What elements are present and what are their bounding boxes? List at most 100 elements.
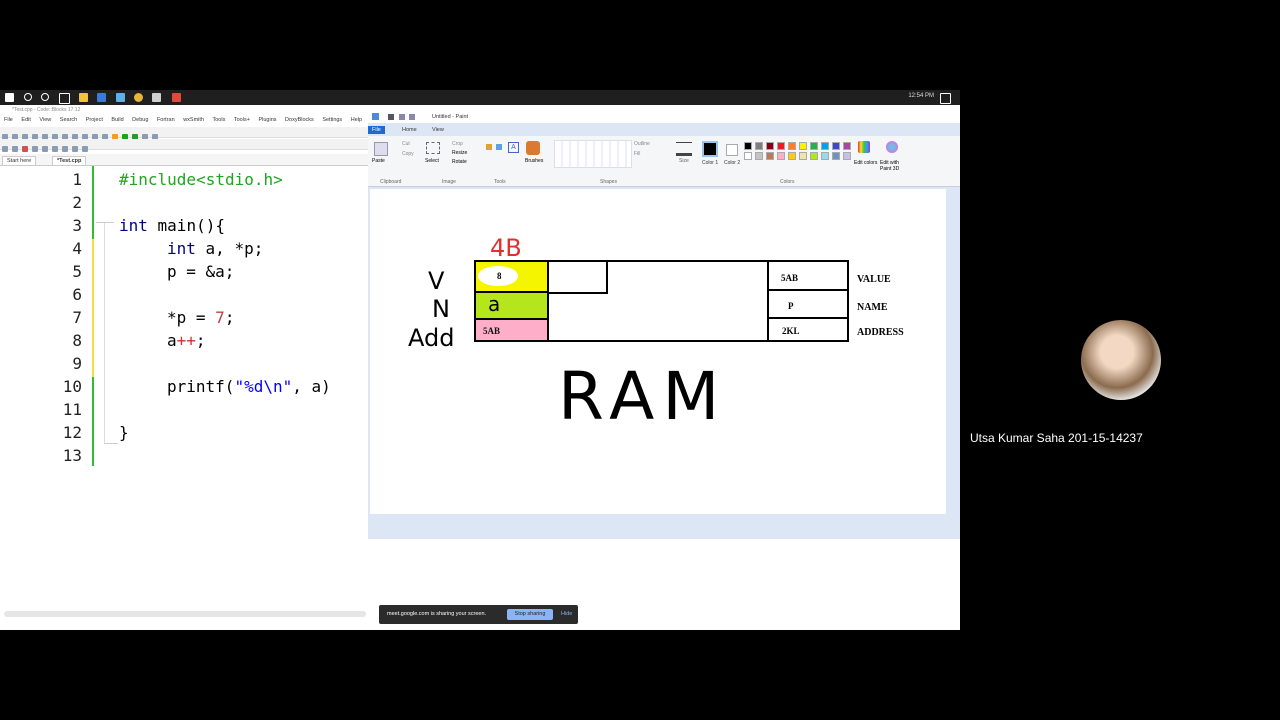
color2-swatch[interactable]	[726, 144, 738, 156]
paint3d-icon[interactable]	[886, 141, 898, 153]
bookmark-prev-icon[interactable]	[32, 146, 38, 152]
menu-settings[interactable]: Settings	[322, 117, 342, 123]
horizontal-scrollbar[interactable]	[4, 611, 366, 617]
resize-button[interactable]: Resize	[452, 150, 467, 156]
palette-color[interactable]	[744, 142, 752, 150]
quick-redo-icon[interactable]	[409, 114, 415, 120]
text-icon[interactable]: A	[508, 142, 519, 153]
menu-plugins[interactable]: Plugins	[258, 117, 276, 123]
cortana-icon[interactable]	[41, 93, 49, 101]
palette-color[interactable]	[755, 152, 763, 160]
bookmark-next-icon[interactable]	[42, 146, 48, 152]
task-view-icon[interactable]	[59, 93, 70, 104]
menu-tools[interactable]: Tools	[213, 117, 226, 123]
palette-color[interactable]	[766, 152, 774, 160]
edit-colors-icon[interactable]	[858, 141, 870, 153]
outline-button[interactable]: Outline	[634, 141, 650, 147]
code-line-7: *p = 7;	[167, 308, 234, 327]
menu-file[interactable]: File	[4, 117, 13, 123]
size-button[interactable]: Size	[679, 158, 689, 164]
palette-color[interactable]	[788, 152, 796, 160]
menu-build[interactable]: Build	[111, 117, 123, 123]
menu-edit[interactable]: Edit	[21, 117, 30, 123]
palette-color[interactable]	[843, 142, 851, 150]
tab-test-cpp[interactable]: *Test.cpp	[52, 156, 87, 165]
palette-color[interactable]	[810, 142, 818, 150]
fill-icon[interactable]	[496, 144, 502, 150]
fold-marker[interactable]	[96, 222, 114, 223]
shapes-gallery[interactable]	[554, 140, 632, 168]
ribbon-tab-view[interactable]: View	[428, 126, 448, 134]
quick-undo-icon[interactable]	[399, 114, 405, 120]
stop-sharing-button[interactable]: Stop sharing	[507, 609, 553, 620]
pencil-icon[interactable]	[486, 144, 492, 150]
brushes-button[interactable]: Brushes	[525, 158, 543, 164]
menu-fortran[interactable]: Fortran	[157, 117, 175, 123]
palette-color[interactable]	[821, 152, 829, 160]
edit-paint3d-button[interactable]: Edit with Paint 3D	[880, 160, 910, 172]
ribbon-tab-home[interactable]: Home	[398, 126, 421, 134]
palette-color[interactable]	[777, 152, 785, 160]
back-icon[interactable]	[2, 146, 8, 152]
palette-color[interactable]	[744, 152, 752, 160]
tab-start-here[interactable]: Start here	[2, 156, 37, 165]
edit-colors-button[interactable]: Edit colors	[854, 160, 877, 166]
paste-icon[interactable]	[374, 142, 388, 156]
palette-color[interactable]	[843, 152, 851, 160]
palette-color[interactable]	[788, 142, 796, 150]
forward-icon[interactable]	[12, 146, 18, 152]
palette-color[interactable]	[832, 142, 840, 150]
doxy-icon[interactable]	[82, 146, 88, 152]
menu-view[interactable]: View	[39, 117, 51, 123]
bookmark-icon[interactable]	[22, 146, 28, 152]
copy-button[interactable]: Copy	[402, 151, 414, 157]
menu-wxsmith[interactable]: wxSmith	[183, 117, 204, 123]
palette-color[interactable]	[799, 142, 807, 150]
palette-color[interactable]	[832, 152, 840, 160]
select-icon[interactable]	[426, 142, 440, 154]
palette-color[interactable]	[821, 142, 829, 150]
debug-icon[interactable]	[52, 146, 58, 152]
menu-help[interactable]: Help	[351, 117, 362, 123]
notifications-icon[interactable]	[940, 93, 951, 104]
name-text: a	[488, 292, 500, 316]
hand-label-v: V	[428, 267, 445, 295]
menu-search[interactable]: Search	[60, 117, 77, 123]
app-icon[interactable]	[116, 93, 125, 102]
palette-color[interactable]	[777, 142, 785, 150]
fill-button[interactable]: Fill	[634, 151, 640, 157]
menu-tools-plus[interactable]: Tools+	[234, 117, 250, 123]
hide-button[interactable]: Hide	[561, 609, 572, 620]
crop-button[interactable]: Crop	[452, 141, 463, 147]
windows-start-icon[interactable]	[5, 93, 14, 102]
menu-debug[interactable]: Debug	[132, 117, 148, 123]
taskbar-clock[interactable]: 12:54 PM	[908, 93, 934, 99]
palette-color[interactable]	[810, 152, 818, 160]
codeblocks-icon[interactable]	[172, 93, 181, 102]
edge-icon[interactable]	[97, 93, 106, 102]
palette-color[interactable]	[766, 142, 774, 150]
screen-share-bar: meet.google.com is sharing your screen. …	[379, 605, 578, 624]
menu-doxyblocks[interactable]: DoxyBlocks	[285, 117, 314, 123]
paint-titlebar: Untitled - Paint	[368, 111, 960, 123]
chrome-icon[interactable]	[134, 93, 143, 102]
menu-project[interactable]: Project	[86, 117, 103, 123]
size-icon[interactable]	[676, 142, 692, 156]
comment-icon[interactable]	[62, 146, 68, 152]
ribbon-tab-file[interactable]: File	[368, 126, 385, 134]
file-explorer-icon[interactable]	[79, 93, 88, 102]
color1-swatch[interactable]	[702, 141, 718, 157]
palette-color[interactable]	[755, 142, 763, 150]
paint-icon[interactable]	[152, 93, 161, 102]
brushes-icon[interactable]	[526, 141, 540, 155]
paint-canvas[interactable]: 8 a 5AB 4B V N Add 5AB P 2KL VALUE NAME …	[370, 189, 946, 514]
code-editor[interactable]: 1 2 3 4 5 6 7 8 9 10 11 12 13 #include<s…	[0, 166, 368, 611]
palette-color[interactable]	[799, 152, 807, 160]
search-icon[interactable]	[24, 93, 32, 101]
select-button[interactable]: Select	[425, 158, 439, 164]
paste-button[interactable]: Paste	[372, 158, 385, 164]
cut-button[interactable]: Cut	[402, 141, 410, 147]
quick-save-icon[interactable]	[388, 114, 394, 120]
rotate-button[interactable]: Rotate	[452, 159, 467, 165]
uncomment-icon[interactable]	[72, 146, 78, 152]
